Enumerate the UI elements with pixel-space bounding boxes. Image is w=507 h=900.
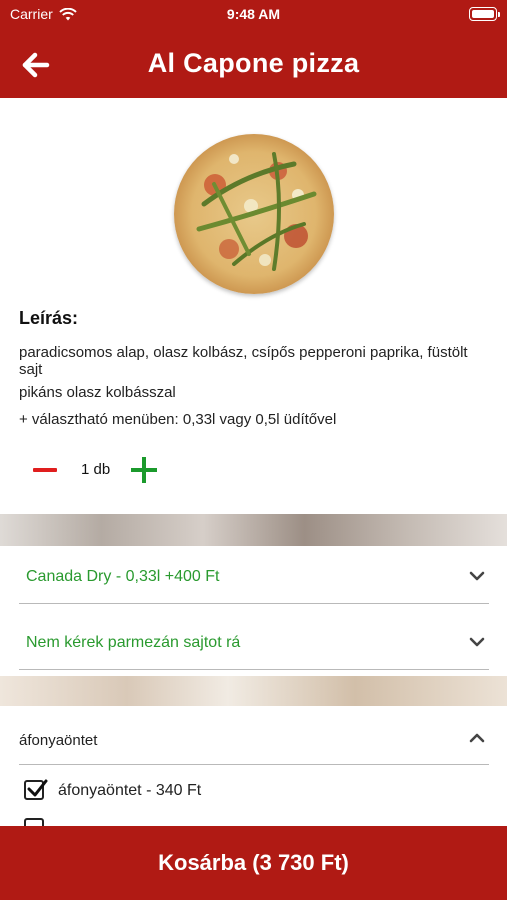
chevron-down-icon xyxy=(469,571,485,581)
description-heading: Leírás: xyxy=(19,308,79,328)
cheese-option-select[interactable]: Nem kérek parmezán sajtot rá xyxy=(19,614,489,670)
drink-option-select[interactable]: Canada Dry - 0,33l +400 Ft xyxy=(19,548,489,604)
pizza-image xyxy=(174,134,334,294)
extra-item-checkbox[interactable]: áfonyaöntet - 340 Ft xyxy=(24,778,484,808)
back-button[interactable] xyxy=(20,48,54,82)
add-to-cart-button[interactable]: Kosárba (3 730 Ft) xyxy=(0,826,507,900)
battery-icon xyxy=(469,7,500,21)
status-time: 9:48 AM xyxy=(226,6,281,22)
quantity-label: 1 db xyxy=(81,461,111,478)
minus-icon[interactable] xyxy=(33,468,57,472)
page-title: Al Capone pizza xyxy=(147,48,360,78)
back-arrow-icon xyxy=(22,52,50,78)
chevron-down-icon xyxy=(469,637,485,647)
nav-bar: Al Capone pizza xyxy=(0,30,507,98)
extra-item-label: áfonyaöntet - 340 Ft xyxy=(58,782,202,799)
plus-icon[interactable] xyxy=(131,457,157,483)
product-content: Leírás: paradicsomos alap, olasz kolbász… xyxy=(0,98,507,826)
checkbox-unchecked-icon[interactable] xyxy=(24,818,44,826)
decorative-banner xyxy=(0,676,507,706)
extras-group-header[interactable]: áfonyaöntet xyxy=(19,710,489,765)
checkbox-checked-icon xyxy=(24,779,48,800)
description-line: pikáns olasz kolbásszal xyxy=(19,384,176,401)
add-to-cart-label: Kosárba (3 730 Ft) xyxy=(158,850,349,875)
description-line: + választható menüben: 0,33l vagy 0,5l ü… xyxy=(19,411,337,428)
decorative-banner xyxy=(0,514,507,546)
cheese-option-label: Nem kérek parmezán sajtot rá xyxy=(26,634,241,651)
chevron-up-icon xyxy=(469,733,485,743)
status-bar: Carrier 9:48 AM xyxy=(0,0,507,30)
quantity-stepper: 1 db xyxy=(19,453,219,487)
description-line: paradicsomos alap, olasz kolbász, csípős… xyxy=(19,344,468,378)
drink-option-label: Canada Dry - 0,33l +400 Ft xyxy=(26,568,220,585)
extras-group-label: áfonyaöntet xyxy=(19,732,98,749)
